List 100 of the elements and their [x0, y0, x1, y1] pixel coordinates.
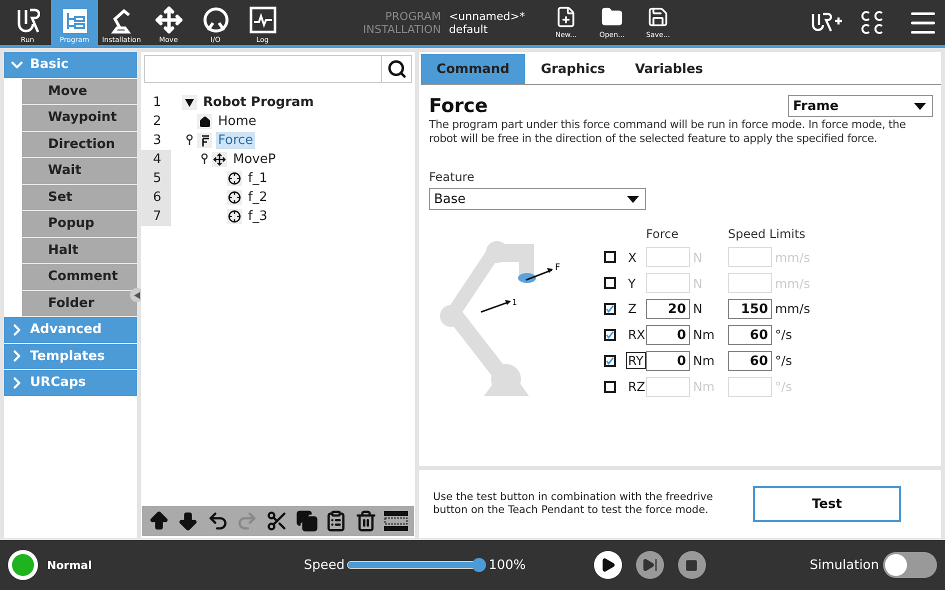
robot-arm-drawing: F 1 — [429, 238, 569, 398]
axis-label: RZ — [627, 378, 646, 396]
play-icon — [600, 557, 616, 573]
paste-icon[interactable] — [325, 510, 348, 532]
program-name: <unnamed>* — [448, 10, 525, 22]
installation-name: default — [448, 22, 489, 36]
step-button[interactable] — [636, 551, 664, 579]
node-button[interactable]: Waypoint — [22, 105, 137, 132]
command-title: Force — [429, 95, 488, 117]
tree-node[interactable]: f_1 — [246, 170, 270, 187]
line-number: 5 — [153, 171, 162, 186]
line-number: 7 — [153, 209, 162, 224]
speed-unit: °/s — [774, 327, 793, 342]
search-icon — [386, 59, 406, 79]
tree-node[interactable]: MoveP — [231, 151, 278, 168]
force-header: Force — [646, 227, 680, 242]
pin-icon — [186, 134, 193, 144]
move-up-icon[interactable] — [148, 510, 170, 532]
undo-icon[interactable] — [206, 510, 229, 532]
home-icon — [198, 116, 210, 128]
description-text: The program part under this force command will be run in force mode. In force mode, the robot will be free in the direction of the selected feature to apply the specified force. — [429, 118, 907, 146]
feature-dropdown[interactable]: Base — [429, 188, 646, 210]
force-input[interactable]: 0 — [646, 324, 690, 345]
move-arrows-icon — [154, 6, 182, 34]
force-input[interactable]: 0 — [646, 350, 690, 371]
tab[interactable]: Command — [421, 54, 525, 84]
force-input[interactable] — [646, 273, 690, 294]
tree-node[interactable]: Home — [216, 113, 258, 130]
cut-icon[interactable] — [266, 510, 288, 532]
force-unit: Nm — [692, 327, 716, 342]
node-button[interactable]: Move — [22, 78, 137, 105]
node-button[interactable]: Comment — [22, 264, 137, 290]
node-button[interactable]: Popup — [22, 211, 137, 238]
tab[interactable]: Variables — [621, 54, 717, 84]
axis-checkbox[interactable] — [604, 277, 616, 290]
speed-input[interactable] — [728, 376, 772, 397]
simulation-label: Simulation — [810, 558, 879, 572]
play-button[interactable] — [594, 551, 622, 579]
dropdown-arrow-icon — [914, 102, 926, 110]
speed-limits-header: Speed Limits — [728, 227, 806, 242]
speed-input[interactable]: 60 — [728, 350, 772, 371]
axis-checkbox[interactable] — [604, 302, 616, 315]
search-field[interactable] — [144, 55, 412, 83]
tab[interactable]: Graphics — [525, 54, 621, 84]
stop-icon — [685, 558, 698, 572]
node-button[interactable]: Folder — [22, 290, 137, 317]
step-icon — [642, 557, 658, 573]
suppress-icon[interactable] — [384, 511, 408, 531]
node-button[interactable]: Wait — [22, 158, 137, 184]
axis-label: Y — [627, 274, 637, 292]
axis-label: RX — [627, 326, 646, 344]
test-hint-text: Use the test button in combination with the freedrive button on the Teach Pendant to test the force mode. — [433, 491, 714, 517]
test-button[interactable]: Test — [753, 486, 901, 522]
speed-input[interactable] — [728, 273, 772, 294]
speed-input[interactable]: 60 — [728, 324, 772, 345]
axis-checkbox[interactable] — [604, 328, 616, 341]
collapse-triangle-icon[interactable] — [185, 98, 194, 107]
feature-label: Feature — [429, 170, 476, 184]
io-gauge-icon — [202, 6, 230, 34]
axis-checkbox[interactable] — [604, 354, 616, 367]
waypoint-icon — [228, 172, 241, 185]
axis-checkbox[interactable] — [604, 251, 616, 264]
move-down-icon[interactable] — [177, 510, 200, 532]
tree-node[interactable]: f_3 — [246, 208, 270, 225]
ur-plus-logo-icon[interactable] — [811, 10, 843, 34]
robot-state: Normal — [47, 558, 92, 572]
force-unit: N — [692, 301, 704, 316]
tree-node[interactable]: Force — [216, 132, 256, 149]
pin-icon — [201, 152, 208, 164]
force-input[interactable] — [646, 247, 690, 268]
force-icon — [200, 134, 210, 146]
speed-label: Speed — [304, 558, 345, 572]
line-number: 2 — [153, 114, 162, 129]
new-file-icon — [555, 6, 577, 28]
tree-node[interactable]: Robot Program — [201, 94, 316, 111]
node-button[interactable]: Direction — [22, 132, 137, 158]
speed-input[interactable]: 150 — [728, 298, 772, 319]
save-icon — [647, 6, 669, 28]
program-label: PROGRAM — [384, 10, 441, 22]
speed-slider[interactable] — [346, 558, 487, 572]
speed-reading: 100% — [488, 558, 526, 572]
line-number: 3 — [153, 133, 162, 148]
folder-icon — [601, 6, 623, 28]
simulation-toggle[interactable] — [883, 552, 937, 578]
force-input[interactable]: 20 — [646, 298, 690, 319]
dropdown-arrow-icon — [627, 196, 639, 202]
force-unit: Nm — [692, 353, 716, 368]
copy-icon[interactable] — [296, 510, 318, 532]
force-input[interactable] — [646, 376, 690, 397]
installation-label: INSTALLATION — [363, 22, 441, 36]
node-button[interactable]: Set — [22, 184, 137, 211]
axis-checkbox[interactable] — [604, 380, 616, 393]
waypoint-icon — [228, 191, 241, 204]
speed-input[interactable] — [728, 247, 772, 268]
frame-dropdown[interactable]: Frame — [788, 95, 933, 117]
tree-node[interactable]: f_2 — [246, 189, 270, 206]
ur-logo-icon — [16, 8, 40, 34]
delete-icon[interactable] — [354, 510, 377, 532]
node-button[interactable]: Halt — [22, 238, 137, 264]
stop-button[interactable] — [678, 551, 706, 579]
